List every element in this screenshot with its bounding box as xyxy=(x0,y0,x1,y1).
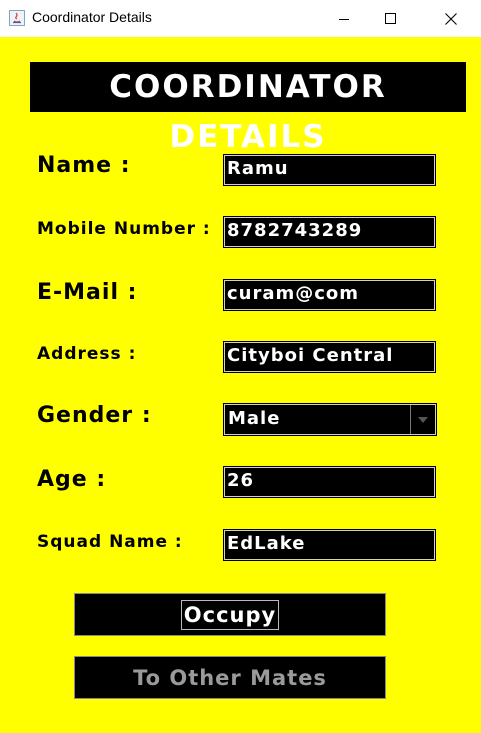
close-button[interactable] xyxy=(428,0,474,37)
to-other-mates-label: To Other Mates xyxy=(133,665,327,690)
minimize-icon xyxy=(339,18,349,20)
gender-label: Gender : xyxy=(37,403,152,428)
form-panel: COORDINATOR DETAILS Name : Ramu Mobile N… xyxy=(0,37,481,733)
to-other-mates-button[interactable]: To Other Mates xyxy=(74,656,386,699)
address-label: Address : xyxy=(37,344,137,364)
java-app-icon xyxy=(9,10,25,26)
age-label: Age : xyxy=(37,467,107,492)
email-field[interactable]: curam@com xyxy=(223,279,436,311)
minimize-button[interactable] xyxy=(321,0,367,37)
age-field[interactable]: 26 xyxy=(223,466,436,498)
gender-selected-value: Male xyxy=(228,408,281,429)
page-title: COORDINATOR DETAILS xyxy=(30,62,466,155)
address-field[interactable]: Cityboi Central xyxy=(223,341,436,373)
mobile-number-label: Mobile Number : xyxy=(37,219,211,239)
squad-name-field[interactable]: EdLake xyxy=(223,529,436,561)
name-label: Name : xyxy=(37,153,131,178)
name-field[interactable]: Ramu xyxy=(223,154,436,186)
occupy-button[interactable]: Occupy xyxy=(74,593,386,636)
maximize-button[interactable] xyxy=(368,0,414,37)
window-title: Coordinator Details xyxy=(32,9,152,25)
email-label: E-Mail : xyxy=(37,280,138,305)
occupy-button-label: Occupy xyxy=(180,599,280,630)
close-icon xyxy=(445,12,457,25)
squad-name-label: Squad Name : xyxy=(37,532,183,552)
mobile-number-field[interactable]: 8782743289 xyxy=(223,216,436,248)
maximize-icon xyxy=(385,12,396,24)
app-window: Coordinator Details COORDINATOR DETAILS … xyxy=(0,0,481,733)
title-bar: Coordinator Details xyxy=(0,0,481,37)
gender-select[interactable]: Male xyxy=(223,403,437,436)
dropdown-arrow-icon[interactable] xyxy=(410,405,435,434)
